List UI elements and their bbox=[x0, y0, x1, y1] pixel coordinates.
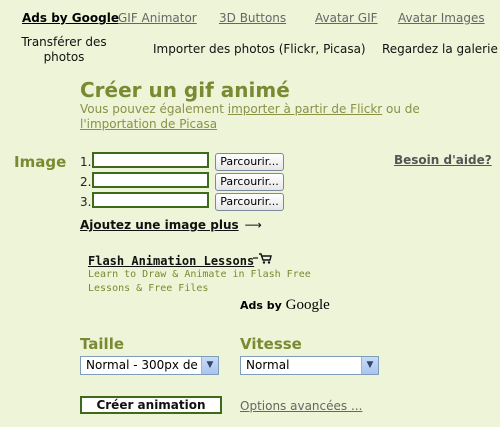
row-number-3: 3. bbox=[80, 195, 92, 209]
ads-by-text: Ads by bbox=[240, 299, 286, 312]
ad-line-2: Lessons & Free Files bbox=[88, 283, 209, 294]
size-select[interactable]: Normal - 300px de la ▼ bbox=[80, 356, 219, 375]
top-link-gif-animator[interactable]: GIF Animator bbox=[118, 11, 197, 25]
top-link-avatar-gif[interactable]: Avatar GIF bbox=[315, 11, 378, 25]
file-input-2[interactable] bbox=[92, 172, 209, 188]
image-label: Image bbox=[14, 153, 67, 171]
size-label: Taille bbox=[80, 335, 125, 353]
subtitle-prefix: Vous pouvez également bbox=[80, 102, 228, 116]
browse-button-1[interactable]: Parcourir... bbox=[215, 153, 284, 171]
ads-by-google-footer[interactable]: Ads by Google bbox=[240, 297, 330, 314]
nav-transfer-photos[interactable]: Transférer des photos bbox=[18, 35, 110, 65]
ad-title-link[interactable]: Flash Animation Lessons bbox=[88, 254, 254, 268]
page-subtitle: Vous pouvez également importer à partir … bbox=[80, 102, 480, 132]
file-input-3[interactable] bbox=[92, 192, 209, 208]
picasa-import-link[interactable]: l'importation de Picasa bbox=[80, 117, 217, 131]
speed-selected-value: Normal bbox=[246, 358, 290, 372]
top-link-3d-buttons[interactable]: 3D Buttons bbox=[219, 11, 286, 25]
cart-icon bbox=[253, 252, 273, 268]
help-link[interactable]: Besoin d'aide? bbox=[394, 153, 492, 167]
row-number-2: 2. bbox=[80, 175, 92, 189]
top-ad-links: Ads by Google GIF Animator 3D Buttons Av… bbox=[0, 11, 500, 29]
arrow-right-icon: ⟶ bbox=[244, 218, 262, 232]
browse-button-3[interactable]: Parcourir... bbox=[215, 193, 284, 211]
chevron-down-icon: ▼ bbox=[201, 357, 218, 374]
row-number-1: 1. bbox=[80, 155, 92, 169]
create-animation-button[interactable]: Créer animation bbox=[80, 396, 222, 414]
google-logo: Google bbox=[285, 297, 330, 313]
nav-import-photos[interactable]: Importer des photos (Flickr, Picasa) bbox=[153, 42, 366, 57]
add-image-link[interactable]: Ajoutez une image plus ⟶ bbox=[80, 218, 262, 232]
size-selected-value: Normal - 300px de la bbox=[86, 358, 213, 372]
ad-description: Learn to Draw & Animate in Flash Free Le… bbox=[88, 268, 318, 296]
top-link-avatar-images[interactable]: Avatar Images bbox=[398, 11, 485, 25]
browse-button-2[interactable]: Parcourir... bbox=[215, 173, 284, 191]
add-image-label: Ajoutez une image plus bbox=[80, 218, 239, 232]
ads-by-google-link[interactable]: Ads by Google bbox=[22, 11, 119, 25]
file-input-1[interactable] bbox=[92, 152, 209, 168]
flickr-import-link[interactable]: importer à partir de Flickr bbox=[228, 102, 382, 116]
advanced-options-link[interactable]: Options avancées ... bbox=[240, 399, 362, 413]
page-title: Créer un gif animé bbox=[80, 78, 290, 102]
chevron-down-icon: ▼ bbox=[361, 357, 378, 374]
ad-line-1: Learn to Draw & Animate in Flash Free bbox=[88, 269, 311, 280]
nav-gallery[interactable]: Regardez la galerie bbox=[382, 42, 498, 57]
subtitle-mid: ou de bbox=[382, 102, 420, 116]
speed-select[interactable]: Normal ▼ bbox=[240, 356, 379, 375]
speed-label: Vitesse bbox=[240, 335, 302, 353]
